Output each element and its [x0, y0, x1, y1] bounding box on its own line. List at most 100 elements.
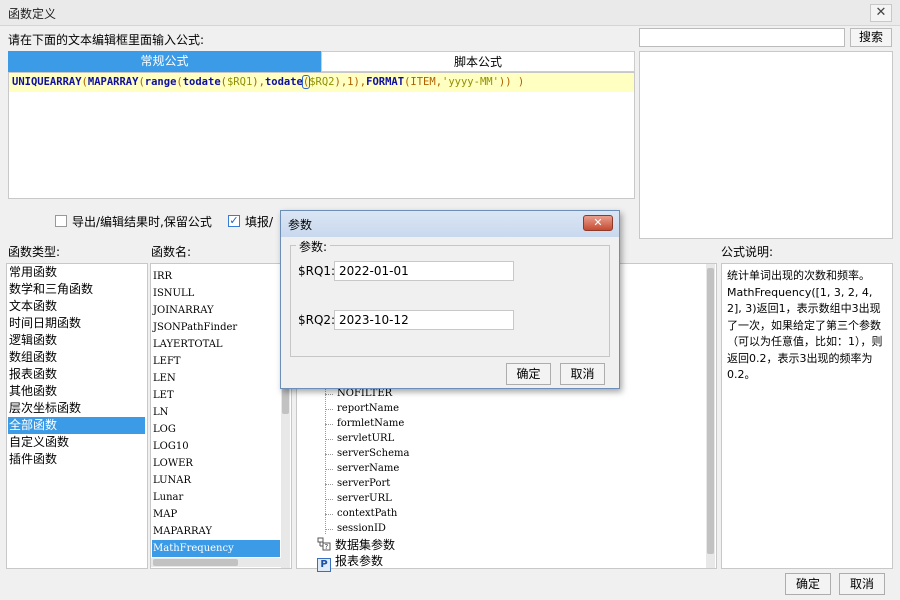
param-tree-item[interactable]: contextPath — [337, 506, 397, 521]
function-name-item[interactable]: LOWER — [152, 455, 280, 472]
param-groupbox: 参数: $RQ1: 2022-01-01 $RQ2: 2023-10-12 — [290, 238, 610, 357]
param-tree-folder[interactable]: P 报表参数 — [317, 553, 384, 572]
param-tree-item[interactable]: serverName — [337, 461, 399, 476]
param-tree-scroll-thumb[interactable] — [707, 268, 714, 554]
function-name-item[interactable]: Lunar — [152, 489, 280, 506]
function-name-item[interactable]: MAPARRAY — [152, 523, 280, 540]
function-name-item[interactable]: LEN — [152, 370, 280, 387]
function-type-list: 常用函数 数学和三角函数 文本函数 时间日期函数 逻辑函数 数组函数 报表函数 其他函数 层次坐… — [6, 263, 148, 569]
param-tree-item[interactable]: sessionID — [337, 521, 386, 536]
search-results-panel — [639, 51, 893, 239]
function-name-item[interactable]: LOG10 — [152, 438, 280, 455]
function-name-item[interactable]: LAYERTOTAL — [152, 336, 280, 353]
tab-script-formula[interactable]: 脚本公式 — [321, 51, 635, 72]
function-name-header: 函数名: — [151, 245, 192, 259]
param-tree-item[interactable]: serverSchema — [337, 446, 409, 461]
svg-text:?: ? — [325, 543, 329, 551]
tree-branch-line — [325, 424, 333, 425]
param-tree-folder-label: 报表参数 — [335, 554, 384, 568]
function-type-item[interactable]: 其他函数 — [8, 383, 145, 400]
close-icon: ✕ — [593, 216, 603, 229]
fill-checkbox[interactable]: ✓ — [228, 215, 240, 227]
function-type-item[interactable]: 逻辑函数 — [8, 332, 145, 349]
search-input[interactable] — [639, 28, 845, 47]
param-rq1-input[interactable]: 2022-01-01 — [334, 261, 514, 281]
function-name-item[interactable]: LET — [152, 387, 280, 404]
param-tree-item[interactable]: serverPort — [337, 476, 390, 491]
formula-token: 'yyyy-MM' — [442, 76, 499, 88]
param-dialog-title: 参数 — [288, 218, 313, 232]
formula-token: $RQ2 — [309, 76, 335, 88]
function-name-item[interactable]: MAP — [152, 506, 280, 523]
formula-token: )) ) — [498, 76, 525, 88]
formula-token: ITEM — [410, 76, 436, 88]
function-name-item[interactable]: LN — [152, 404, 280, 421]
function-type-item[interactable]: 自定义函数 — [8, 434, 145, 451]
window-titlebar: 函数定义 ✕ — [0, 0, 900, 26]
function-type-item[interactable]: 数组函数 — [8, 349, 145, 366]
param-tree-folder[interactable]: ? 数据集参数 — [317, 537, 395, 553]
param-tree-item[interactable]: reportName — [337, 401, 399, 416]
param-ok-button[interactable]: 确定 — [506, 363, 551, 385]
report-param-icon: P — [317, 558, 331, 572]
tree-branch-line — [325, 454, 333, 455]
formula-current-line: UNIQUEARRAY(MAPARRAY(range(todate($RQ1),… — [9, 73, 634, 92]
param-rq2-input[interactable]: 2023-10-12 — [334, 310, 514, 330]
function-type-item[interactable]: 时间日期函数 — [8, 315, 145, 332]
param-tree-scrollbar[interactable] — [706, 264, 715, 568]
function-name-hscroll-thumb[interactable] — [153, 559, 238, 566]
param-tree-item[interactable]: servletURL — [337, 431, 394, 446]
function-name-item[interactable]: ISNULL — [152, 285, 280, 302]
param-tree-item[interactable]: formletName — [337, 416, 404, 431]
param-rq2-label: $RQ2: — [298, 313, 336, 327]
cancel-button[interactable]: 取消 — [839, 573, 885, 595]
tree-branch-line — [325, 514, 333, 515]
function-type-item[interactable]: 文本函数 — [8, 298, 145, 315]
param-dialog-close-button[interactable]: ✕ — [583, 215, 613, 231]
tree-branch-line — [325, 439, 333, 440]
function-name-item[interactable]: LOG — [152, 421, 280, 438]
tab-normal-formula[interactable]: 常规公式 — [8, 51, 321, 72]
function-type-item[interactable]: 数学和三角函数 — [8, 281, 145, 298]
fill-label: 填报/ — [245, 215, 274, 229]
tree-branch-line — [325, 499, 333, 500]
formula-token: FORMAT — [366, 76, 405, 88]
formula-token: range — [144, 76, 177, 88]
function-type-header: 函数类型: — [8, 245, 61, 259]
function-type-item[interactable]: 层次坐标函数 — [8, 400, 145, 417]
param-group-title: 参数: — [296, 238, 331, 255]
close-icon: ✕ — [875, 5, 887, 20]
function-type-item[interactable]: 常用函数 — [8, 264, 145, 281]
tree-branch-line — [325, 529, 333, 530]
tree-branch-line — [325, 394, 333, 395]
formula-token: MAPARRAY — [87, 76, 139, 88]
search-button[interactable]: 搜索 — [850, 28, 892, 47]
function-type-item[interactable]: 报表函数 — [8, 366, 145, 383]
tree-branch-line — [325, 469, 333, 470]
param-cancel-button[interactable]: 取消 — [560, 363, 605, 385]
param-dialog: 参数 ✕ 参数: $RQ1: 2022-01-01 $RQ2: 2023-10-… — [280, 210, 620, 389]
param-rq1-label: $RQ1: — [298, 264, 336, 278]
function-name-item[interactable]: MathFrequency — [152, 540, 280, 557]
window-close-button[interactable]: ✕ — [870, 4, 892, 22]
function-type-item[interactable]: 插件函数 — [8, 451, 145, 468]
formula-editor[interactable]: UNIQUEARRAY(MAPARRAY(range(todate($RQ1),… — [8, 72, 635, 199]
function-name-item[interactable]: LEFT — [152, 353, 280, 370]
param-tree-item[interactable]: serverURL — [337, 491, 392, 506]
formula-text: UNIQUEARRAY(MAPARRAY(range(todate($RQ1),… — [12, 75, 524, 89]
formula-token: ,1) — [340, 76, 360, 88]
function-name-item[interactable]: IRR — [152, 268, 280, 285]
function-name-hscrollbar[interactable] — [151, 558, 281, 567]
formula-token: todate — [182, 76, 221, 88]
checkmark-icon: ✓ — [229, 214, 239, 227]
tree-branch-line — [325, 409, 333, 410]
function-name-item[interactable]: LUNAR — [152, 472, 280, 489]
function-name-list: IRR ISNULL JOINARRAY JSONPathFinder LAYERTOT… — [150, 263, 292, 569]
window-title: 函数定义 — [8, 7, 57, 21]
function-name-item[interactable]: JOINARRAY — [152, 302, 280, 319]
function-type-item[interactable]: 全部函数 — [8, 417, 145, 434]
function-name-item[interactable]: JSONPathFinder — [152, 319, 280, 336]
ok-button[interactable]: 确定 — [785, 573, 831, 595]
dataset-param-icon: ? — [317, 537, 331, 551]
keep-formula-checkbox[interactable] — [55, 215, 67, 227]
